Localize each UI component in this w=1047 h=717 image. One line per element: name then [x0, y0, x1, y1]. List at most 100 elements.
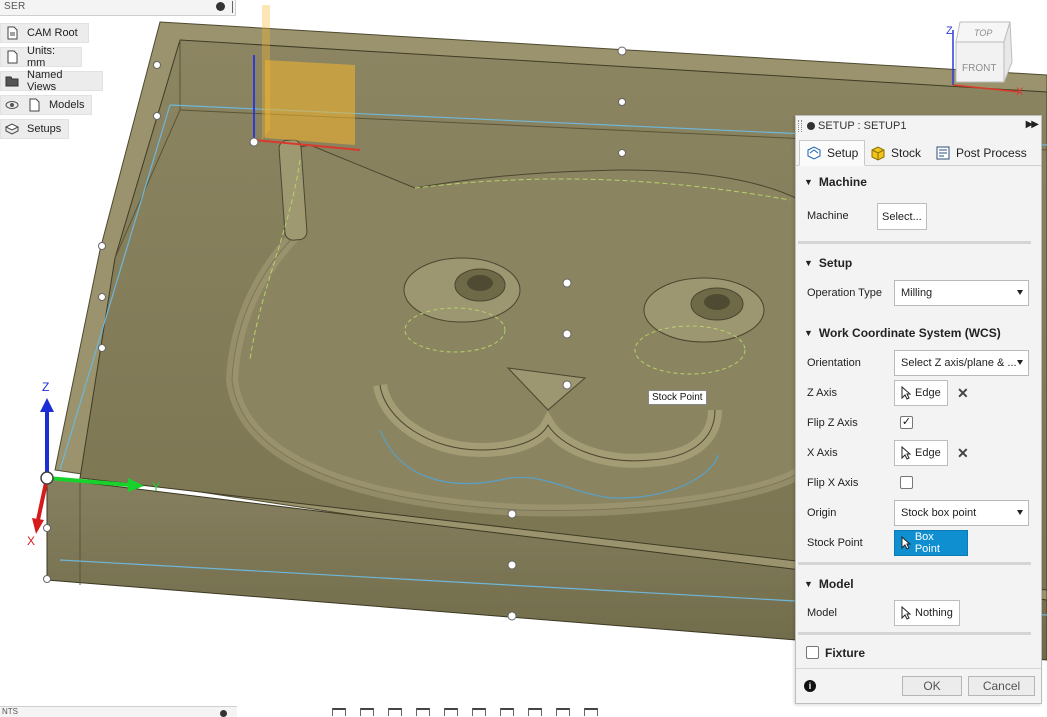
dialog-status-icon: [807, 122, 815, 130]
viewcube-top-label: TOP: [974, 28, 992, 38]
component-icon: [27, 98, 41, 112]
cat-right-eye: [643, 277, 765, 343]
model-value: Nothing: [915, 607, 953, 619]
stock-point-selector[interactable]: Box Point: [894, 530, 968, 556]
fixture-checkbox[interactable]: [806, 646, 819, 659]
orientation-label: Orientation: [807, 357, 861, 369]
cancel-button[interactable]: Cancel: [968, 676, 1035, 696]
drag-handle-icon[interactable]: [798, 120, 802, 132]
stock-point-value: Box Point: [914, 531, 940, 555]
section-fixture-header[interactable]: Fixture: [825, 645, 865, 661]
orbit-icon[interactable]: [332, 707, 346, 716]
model-label: Model: [807, 607, 837, 619]
highlight-plane: [265, 60, 355, 145]
section-title: Work Coordinate System (WCS): [818, 326, 1001, 340]
stock-point-tooltip: Stock Point: [648, 390, 707, 405]
clear-z-axis-icon[interactable]: ✕: [957, 385, 969, 402]
tab-label: Setup: [827, 146, 859, 160]
z-axis-label: Z Axis: [807, 387, 837, 399]
x-axis-value: Edge: [915, 447, 941, 459]
flip-x-checkbox[interactable]: [900, 476, 913, 489]
ok-button[interactable]: OK: [902, 676, 962, 696]
chevron-down-icon: [1017, 360, 1023, 365]
look-at-icon[interactable]: [360, 707, 374, 716]
setups-icon: [5, 122, 19, 136]
cursor-icon: [901, 536, 911, 550]
setup-tab-icon: [806, 145, 822, 161]
effects-icon[interactable]: [556, 707, 570, 716]
tab-label: Stock: [891, 146, 922, 160]
operation-type-label: Operation Type: [807, 287, 883, 299]
expand-arrows-icon[interactable]: ▶▶: [1026, 119, 1039, 130]
browser-item-setups[interactable]: Setups: [0, 119, 69, 139]
origin-value: Stock box point: [901, 507, 977, 519]
browser-item-cam-root[interactable]: CAM Root: [0, 23, 89, 43]
browser-item-models[interactable]: Models: [0, 95, 92, 115]
collapse-triangle-icon: ▼: [804, 258, 813, 268]
tab-stock[interactable]: Stock: [864, 140, 927, 166]
pan-icon[interactable]: [388, 707, 402, 716]
pin-icon[interactable]: [216, 2, 225, 11]
cursor-icon: [901, 606, 911, 620]
chevron-down-icon: [1017, 510, 1023, 515]
section-model-header[interactable]: ▼ Model: [804, 576, 854, 592]
section-wcs-header[interactable]: ▼ Work Coordinate System (WCS): [804, 325, 1001, 341]
display-settings-icon[interactable]: [472, 707, 486, 716]
collapse-triangle-icon: ▼: [804, 177, 813, 187]
browser-item-label: Named Views: [27, 69, 63, 93]
operation-type-value: Milling: [901, 287, 933, 299]
browser-item-named-views[interactable]: Named Views: [0, 69, 103, 93]
viewcube-z-label: Z: [946, 25, 953, 37]
clear-x-axis-icon[interactable]: ✕: [957, 445, 969, 462]
tab-label: Post Process: [956, 146, 1027, 160]
x-axis-label: X Axis: [807, 447, 838, 459]
browser-header: SER: [0, 0, 236, 16]
browser-header-label: SER: [4, 1, 26, 12]
fit-icon[interactable]: [444, 707, 458, 716]
browser-item-label: CAM Root: [27, 27, 78, 39]
highlight-plane: [262, 5, 270, 140]
x-axis-selector[interactable]: Edge: [894, 440, 948, 466]
pin-icon[interactable]: [220, 710, 227, 717]
machine-select-button[interactable]: Select...: [877, 203, 927, 230]
browser-item-label: Models: [49, 99, 85, 111]
section-setup-header[interactable]: ▼ Setup: [804, 255, 852, 271]
grid-icon[interactable]: [500, 707, 514, 716]
origin-label: Origin: [807, 507, 837, 519]
comments-panel-label: NTS: [2, 707, 18, 716]
triad-y-label: Y: [152, 480, 160, 494]
stock-point-label: Stock Point: [807, 537, 863, 549]
orientation-select[interactable]: Select Z axis/plane & ...: [894, 350, 1029, 376]
section-title: Fixture: [825, 646, 866, 660]
cursor-icon: [901, 446, 911, 460]
dialog-title: SETUP : SETUP1: [818, 120, 907, 132]
cursor-icon: [901, 386, 911, 400]
tab-setup[interactable]: Setup: [799, 140, 866, 166]
flip-x-label: Flip X Axis: [807, 477, 859, 489]
cam-root-icon: [5, 26, 19, 40]
eye-icon[interactable]: [5, 98, 19, 112]
viewcube-front-label: FRONT: [962, 63, 996, 74]
comments-panel-header[interactable]: NTS: [0, 706, 237, 717]
cat-left-eye: [403, 257, 521, 323]
triad-x-label: X: [27, 534, 35, 548]
flip-z-label: Flip Z Axis: [807, 417, 858, 429]
z-axis-selector[interactable]: Edge: [894, 380, 948, 406]
operation-type-select[interactable]: Milling: [894, 280, 1029, 306]
section-machine-header[interactable]: ▼ Machine: [804, 174, 867, 190]
flip-z-checkbox[interactable]: ✓: [900, 416, 913, 429]
navigation-toolbar: [328, 706, 650, 717]
browser-item-units[interactable]: Units: mm: [0, 45, 82, 69]
zoom-icon[interactable]: [416, 707, 430, 716]
orientation-value: Select Z axis/plane & ...: [901, 357, 1017, 369]
model-selector[interactable]: Nothing: [894, 600, 960, 626]
dialog-tabs: Setup Stock Post Process: [796, 138, 1041, 166]
dialog-titlebar[interactable]: SETUP : SETUP1 ▶▶: [796, 116, 1041, 136]
viewports-icon[interactable]: [528, 707, 542, 716]
info-icon[interactable]: i: [804, 680, 816, 692]
refresh-icon[interactable]: [584, 707, 598, 716]
stock-tab-icon: [870, 145, 886, 161]
tab-post-process[interactable]: Post Process: [929, 140, 1033, 166]
origin-select[interactable]: Stock box point: [894, 500, 1029, 526]
browser-item-label: Units: mm: [27, 45, 56, 69]
